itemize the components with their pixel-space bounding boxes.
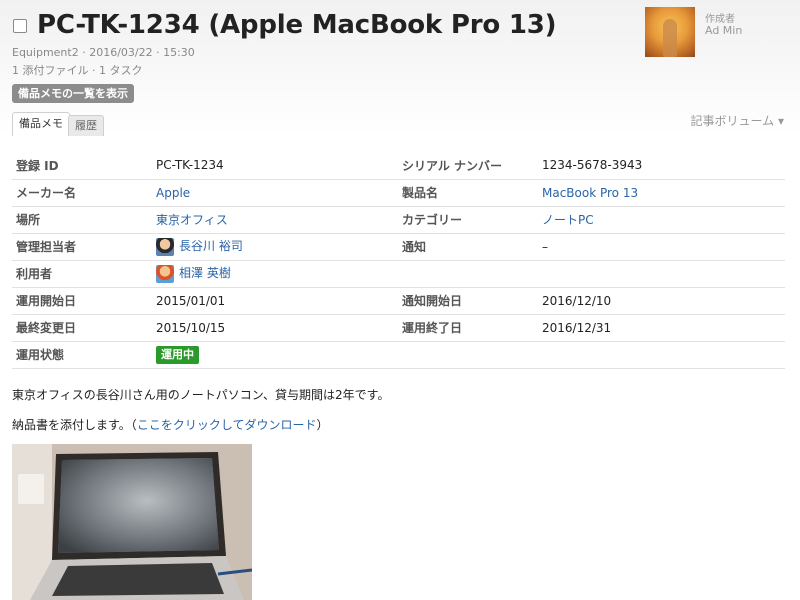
user-avatar[interactable] [156, 264, 174, 283]
property-value: 2016/12/31 [538, 314, 785, 342]
laptop-photo-image [12, 444, 252, 600]
property-label: 管理担当者 [12, 233, 152, 261]
property-label: 場所 [12, 206, 152, 234]
property-value: 2016/12/10 [538, 287, 785, 315]
property-label: 運用終了日 [398, 314, 538, 342]
property-value: 1234-5678-3943 [538, 152, 785, 180]
page-title: PC-TK-1234 (Apple MacBook Pro 13) [37, 10, 557, 40]
property-label: 製品名 [398, 179, 538, 207]
table-row: 利用者 相澤 英樹 [12, 260, 785, 288]
property-value: ノートPC [538, 206, 785, 234]
property-label [398, 341, 538, 369]
table-row: 登録 ID PC-TK-1234 シリアル ナンバー 1234-5678-394… [12, 152, 785, 180]
meta-line-2: 1 添付ファイル · 1 タスク [12, 64, 143, 77]
property-value: 2015/10/15 [152, 314, 398, 342]
author-name[interactable]: Ad Min [705, 24, 742, 37]
user-link[interactable]: 相澤 英樹 [179, 266, 231, 280]
property-value [538, 260, 785, 288]
property-label: 利用者 [12, 260, 152, 288]
attached-photo[interactable] [12, 444, 252, 600]
table-row: 管理担当者 長谷川 裕司 通知 – [12, 233, 785, 261]
property-label: 登録 ID [12, 152, 152, 180]
property-label: 運用開始日 [12, 287, 152, 315]
property-value: PC-TK-1234 [152, 152, 398, 180]
description-prefix: 納品書を添付します。（ [12, 418, 137, 432]
article-volume-dropdown[interactable]: 記事ボリューム ▾ [691, 112, 784, 129]
table-row: 最終変更日 2015/10/15 運用終了日 2016/12/31 [12, 314, 785, 342]
manager-link[interactable]: 長谷川 裕司 [179, 239, 243, 253]
status-badge: 運用中 [156, 345, 199, 364]
property-value: 長谷川 裕司 [152, 233, 398, 261]
maker-link[interactable]: Apple [156, 186, 190, 200]
property-value: 2015/01/01 [152, 287, 398, 315]
property-label: メーカー名 [12, 179, 152, 207]
property-value: – [538, 233, 785, 261]
memo-body: 登録 ID PC-TK-1234 シリアル ナンバー 1234-5678-394… [0, 136, 800, 600]
category-link[interactable]: ノートPC [542, 213, 594, 227]
product-link[interactable]: MacBook Pro 13 [542, 186, 638, 200]
property-value [538, 341, 785, 369]
property-label: 通知 [398, 233, 538, 261]
table-row: 運用開始日 2015/01/01 通知開始日 2016/12/10 [12, 287, 785, 315]
meta-line-1: Equipment2 · 2016/03/22 · 15:30 [12, 46, 195, 59]
property-label: シリアル ナンバー [398, 152, 538, 180]
property-label [398, 260, 538, 288]
description-suffix: ） [316, 418, 329, 432]
description-line-1: 東京オフィスの長谷川さん用のノートパソコン、貸与期間は2年です。 [12, 388, 390, 402]
tab-memo[interactable]: 備品メモ [12, 112, 70, 136]
title-checkbox[interactable] [13, 19, 27, 33]
table-row: メーカー名 Apple 製品名 MacBook Pro 13 [12, 179, 785, 207]
avatar-figure [663, 19, 677, 57]
property-value: Apple [152, 179, 398, 207]
table-row: 場所 東京オフィス カテゴリー ノートPC [12, 206, 785, 234]
author-avatar[interactable] [645, 7, 695, 57]
property-value: 相澤 英樹 [152, 260, 398, 288]
tab-history[interactable]: 履歴 [68, 115, 104, 136]
location-link[interactable]: 東京オフィス [156, 213, 228, 227]
manager-avatar[interactable] [156, 237, 174, 256]
property-value: MacBook Pro 13 [538, 179, 785, 207]
properties-table: 登録 ID PC-TK-1234 シリアル ナンバー 1234-5678-394… [12, 152, 785, 369]
property-label: カテゴリー [398, 206, 538, 234]
property-label: 最終変更日 [12, 314, 152, 342]
page-header: PC-TK-1234 (Apple MacBook Pro 13) Equipm… [0, 0, 800, 136]
description-line-2: 納品書を添付します。（ここをクリックしてダウンロード） [12, 416, 328, 433]
author-label: 作成者 [705, 14, 735, 25]
memo-list-button[interactable]: 備品メモの一覧を表示 [12, 84, 134, 103]
property-label: 運用状態 [12, 341, 152, 369]
property-value: 運用中 [152, 341, 398, 369]
property-label: 通知開始日 [398, 287, 538, 315]
download-link[interactable]: ここをクリックしてダウンロード [137, 418, 317, 432]
property-value: 東京オフィス [152, 206, 398, 234]
table-row: 運用状態 運用中 [12, 341, 785, 369]
